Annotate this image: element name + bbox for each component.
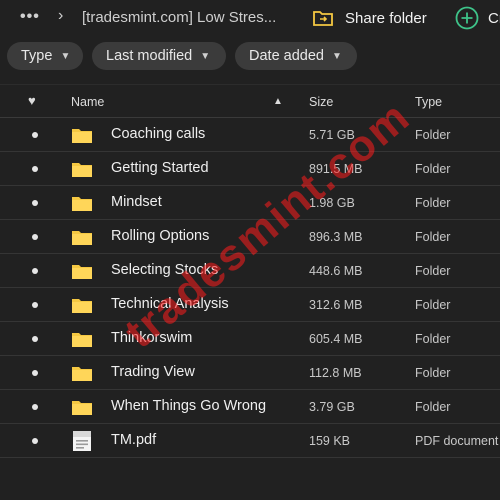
item-type: Folder bbox=[415, 230, 451, 244]
folder-icon bbox=[72, 129, 92, 143]
more-options-icon[interactable]: ••• bbox=[20, 8, 40, 26]
breadcrumb[interactable]: [tradesmint.com] Low Stres... bbox=[82, 9, 276, 26]
folder-icon bbox=[72, 367, 92, 381]
item-size: 312.6 MB bbox=[309, 298, 363, 312]
item-size: 112.8 MB bbox=[309, 366, 362, 380]
list-item[interactable]: Mindset 1.98 GB Folder bbox=[0, 186, 500, 220]
item-name: Thinkorswim bbox=[111, 330, 193, 346]
favorite-dot-icon[interactable] bbox=[32, 404, 38, 410]
favorite-column-heart-icon[interactable]: ♥ bbox=[28, 93, 36, 108]
item-name: TM.pdf bbox=[111, 432, 157, 448]
folder-icon bbox=[72, 265, 92, 279]
item-size: 3.79 GB bbox=[309, 400, 355, 414]
favorite-dot-icon[interactable] bbox=[32, 268, 38, 274]
table-header: ♥ Name ▲ Size Type bbox=[0, 84, 500, 118]
item-type: Folder bbox=[415, 332, 451, 346]
item-name: Technical Analysis bbox=[111, 296, 229, 312]
folder-icon bbox=[72, 333, 92, 347]
sort-ascending-icon[interactable]: ▲ bbox=[273, 96, 283, 107]
share-folder-label: Share folder bbox=[345, 9, 427, 27]
favorite-dot-icon[interactable] bbox=[32, 234, 38, 240]
last-modified-filter-chip[interactable]: Last modified ▼ bbox=[92, 42, 226, 70]
date-added-filter-chip[interactable]: Date added ▼ bbox=[235, 42, 357, 70]
type-filter-label: Type bbox=[21, 48, 53, 64]
top-bar: ••• › [tradesmint.com] Low Stres... Shar… bbox=[0, 0, 500, 36]
favorite-dot-icon[interactable] bbox=[32, 166, 38, 172]
list-item[interactable]: Trading View 112.8 MB Folder bbox=[0, 356, 500, 390]
type-filter-chip[interactable]: Type ▼ bbox=[7, 42, 83, 70]
item-type: Folder bbox=[415, 196, 451, 210]
last-modified-filter-label: Last modified bbox=[106, 48, 193, 64]
item-name: Rolling Options bbox=[111, 228, 210, 244]
item-type: Folder bbox=[415, 264, 451, 278]
item-size: 896.3 MB bbox=[309, 230, 363, 244]
chevron-right-icon: › bbox=[58, 7, 64, 24]
chevron-down-icon: ▼ bbox=[200, 50, 211, 62]
name-column-header[interactable]: Name bbox=[71, 95, 104, 109]
chevron-down-icon: ▼ bbox=[60, 50, 71, 62]
list-item[interactable]: TM.pdf 159 KB PDF document bbox=[0, 424, 500, 458]
pdf-file-icon bbox=[73, 431, 91, 451]
item-name: Trading View bbox=[111, 364, 195, 380]
item-type: Folder bbox=[415, 400, 451, 414]
item-size: 605.4 MB bbox=[309, 332, 363, 346]
folder-icon bbox=[72, 231, 92, 245]
create-label: Cr bbox=[488, 9, 500, 27]
folder-icon bbox=[72, 197, 92, 211]
list-item[interactable]: Selecting Stocks 448.6 MB Folder bbox=[0, 254, 500, 288]
list-item[interactable]: Technical Analysis 312.6 MB Folder bbox=[0, 288, 500, 322]
share-folder-button[interactable]: Share folder bbox=[313, 5, 427, 31]
favorite-dot-icon[interactable] bbox=[32, 302, 38, 308]
item-type: Folder bbox=[415, 162, 451, 176]
folder-icon bbox=[72, 163, 92, 177]
folder-icon bbox=[72, 299, 92, 313]
list-item[interactable]: Rolling Options 896.3 MB Folder bbox=[0, 220, 500, 254]
list-item[interactable]: Getting Started 891.5 MB Folder bbox=[0, 152, 500, 186]
date-added-filter-label: Date added bbox=[249, 48, 324, 64]
item-type: PDF document bbox=[415, 434, 499, 448]
item-size: 891.5 MB bbox=[309, 162, 363, 176]
create-button[interactable]: Cr bbox=[455, 5, 500, 31]
share-folder-icon bbox=[313, 11, 333, 26]
favorite-dot-icon[interactable] bbox=[32, 370, 38, 376]
item-size: 1.98 GB bbox=[309, 196, 355, 210]
favorite-dot-icon[interactable] bbox=[32, 336, 38, 342]
item-size: 448.6 MB bbox=[309, 264, 363, 278]
item-name: Getting Started bbox=[111, 160, 209, 176]
item-size: 5.71 GB bbox=[309, 128, 355, 142]
type-column-header[interactable]: Type bbox=[415, 95, 442, 109]
list-item[interactable]: Coaching calls 5.71 GB Folder bbox=[0, 118, 500, 152]
item-name: Selecting Stocks bbox=[111, 262, 219, 278]
item-type: Folder bbox=[415, 366, 451, 380]
list-item[interactable]: When Things Go Wrong 3.79 GB Folder bbox=[0, 390, 500, 424]
favorite-dot-icon[interactable] bbox=[32, 200, 38, 206]
item-name: When Things Go Wrong bbox=[111, 398, 267, 414]
item-name: Mindset bbox=[111, 194, 162, 210]
favorite-dot-icon[interactable] bbox=[32, 438, 38, 444]
item-size: 159 KB bbox=[309, 434, 351, 448]
size-column-header[interactable]: Size bbox=[309, 95, 333, 109]
chevron-down-icon: ▼ bbox=[331, 50, 342, 62]
plus-circle-icon bbox=[455, 6, 479, 30]
list-item[interactable]: Thinkorswim 605.4 MB Folder bbox=[0, 322, 500, 356]
item-type: Folder bbox=[415, 128, 451, 142]
favorite-dot-icon[interactable] bbox=[32, 132, 38, 138]
folder-icon bbox=[72, 401, 92, 415]
item-name: Coaching calls bbox=[111, 126, 206, 142]
item-type: Folder bbox=[415, 298, 451, 312]
